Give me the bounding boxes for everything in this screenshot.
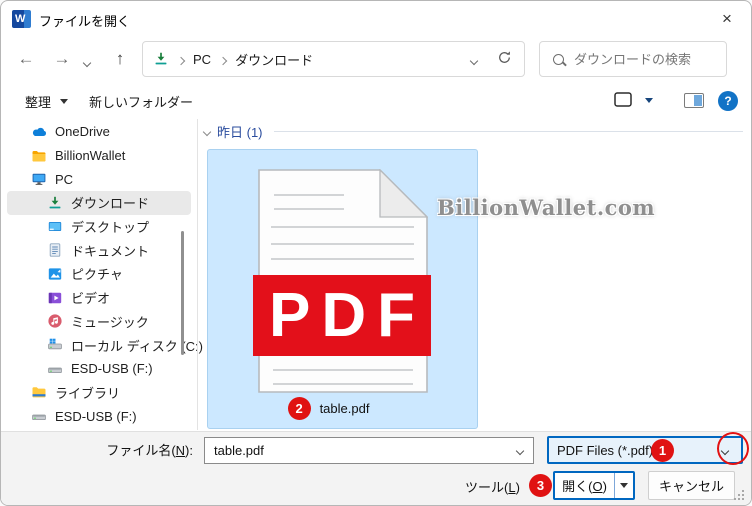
close-icon[interactable]: × [709,4,745,34]
breadcrumb[interactable]: PC ダウンロード [142,41,525,77]
onedrive-icon [31,124,47,140]
sidebar-item-music[interactable]: ミュージック [7,310,191,334]
annotation-badge-2: 2 [287,397,311,420]
view-dropdown-icon[interactable] [645,98,653,103]
annotation-badge-3: 3 [529,474,552,497]
pdf-banner: PDF [253,275,431,356]
window-title: ファイルを開く [39,14,131,29]
sidebar-item-local-disk-c[interactable]: ローカル ディスク (C:) [7,333,203,357]
folder-icon [31,148,47,164]
downloads-icon [47,195,63,211]
filename-combobox[interactable] [204,437,534,464]
group-label: 昨日 (1) [217,124,263,140]
search-icon [553,53,564,65]
resize-grip-icon[interactable] [733,489,744,500]
watermark: BillionWallet.com [437,195,656,220]
chevron-right-icon [176,52,186,67]
sidebar-scrollbar[interactable] [181,231,184,355]
collapse-group-icon[interactable] [202,123,212,138]
usb-icon [31,408,47,424]
help-icon[interactable]: ? [718,91,738,111]
usb-icon [47,361,63,377]
sidebar-item-downloads[interactable]: ダウンロード [7,191,191,215]
sidebar-item-esd-usb-f-2[interactable]: ESD-USB (F:) [7,404,191,428]
back-icon[interactable]: ← [13,47,39,71]
downloads-icon [153,51,169,67]
sidebar-item-pc[interactable]: PC [7,167,191,191]
recent-locations-icon[interactable] [82,54,92,69]
sidebar-item-esd-usb-f[interactable]: ESD-USB (F:) [7,357,191,381]
open-file-dialog: W ファイルを開く × ← → ↑ PC ダウンロード 整理 新しいフォルダー … [0,0,752,506]
pc-icon [31,171,47,187]
sidebar-item-documents[interactable]: ドキュメント [7,238,191,262]
sidebar-item-billionwallet[interactable]: BillionWallet [7,144,191,168]
open-dropdown-icon[interactable] [614,473,633,498]
filename-label: ファイル名(N): [106,443,193,458]
documents-icon [47,242,63,258]
breadcrumb-item-downloads[interactable]: ダウンロード [235,50,313,69]
tools-button[interactable]: ツール(L) [465,472,538,500]
sidebar-item-onedrive[interactable]: OneDrive [7,120,191,144]
file-name-label[interactable]: table.pdf [320,401,370,416]
filetype-dropdown-icon[interactable] [720,446,730,456]
organize-button[interactable]: 整理 [25,87,69,115]
sidebar-item-desktop[interactable]: デスクトップ [7,215,191,239]
disk-icon [47,337,63,353]
group-header[interactable]: 昨日 (1) [202,122,743,140]
refresh-icon[interactable] [497,50,512,68]
view-mode-icon[interactable] [614,92,632,111]
group-divider [273,130,743,132]
breadcrumb-item-pc[interactable]: PC [193,52,211,67]
filetype-combobox[interactable]: PDF Files (*.pdf) 1 [547,436,743,464]
open-button[interactable]: 開く(O) [553,471,635,500]
title-bar[interactable]: W ファイルを開く × [1,1,751,37]
desktop-icon [47,219,63,235]
file-tile-table-pdf[interactable]: PDF 2 table.pdf [207,149,478,429]
chevron-down-icon [60,98,69,104]
new-folder-button[interactable]: 新しいフォルダー [89,87,193,115]
preview-pane-icon[interactable] [684,93,704,108]
sidebar-item-videos[interactable]: ビデオ [7,286,191,310]
chevron-right-icon [218,52,228,67]
library-icon [31,384,47,400]
sidebar-item-libraries[interactable]: ライブラリ [7,381,191,405]
word-app-icon: W [12,10,31,28]
search-input[interactable] [539,41,727,77]
divider [197,119,198,430]
up-icon[interactable]: ↑ [107,47,133,71]
music-icon [47,313,63,329]
videos-icon [47,290,63,306]
filename-field[interactable] [205,443,533,458]
cancel-button[interactable]: キャンセル [648,471,735,500]
sidebar-item-pictures[interactable]: ピクチャ [7,262,191,286]
address-dropdown-icon[interactable] [469,52,479,67]
forward-icon[interactable]: → [49,47,75,71]
pictures-icon [47,266,63,282]
sidebar-list: OneDrive BillionWallet PC ダウンロード デスクトップ ドキュメン… [1,120,203,428]
search-field[interactable] [574,51,716,67]
annotation-badge-1: 1 [651,439,674,462]
filetype-value: PDF Files (*.pdf) [557,442,654,458]
